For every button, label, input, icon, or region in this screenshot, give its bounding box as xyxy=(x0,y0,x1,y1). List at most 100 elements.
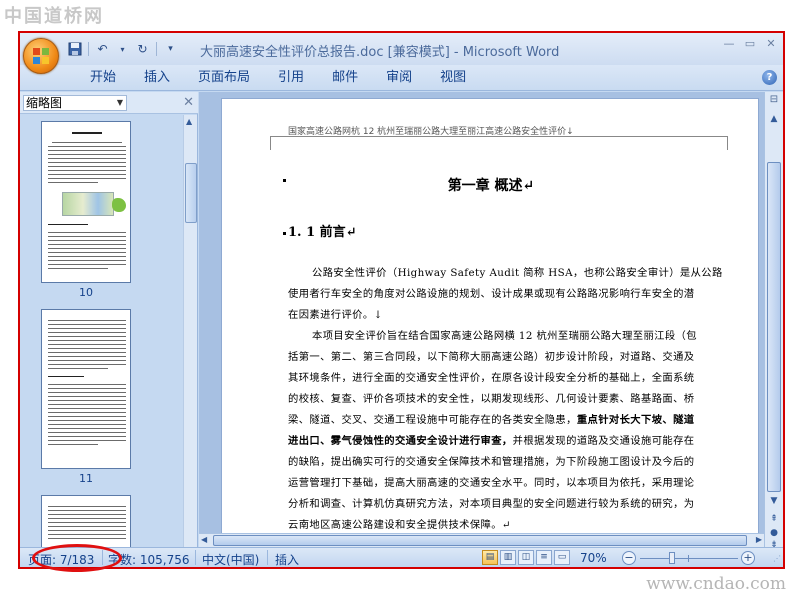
insert-mode-status[interactable]: 插入 xyxy=(275,551,299,567)
dropdown-arrow-icon[interactable]: ▾ xyxy=(114,41,131,57)
scroll-left-icon[interactable]: ◀ xyxy=(201,535,207,544)
window-controls: — ▭ ✕ xyxy=(723,38,777,50)
thumbnail-view-select[interactable]: 缩略图 ▼ xyxy=(23,95,127,111)
tab-review[interactable]: 审阅 xyxy=(372,70,426,86)
body-text-line: 的缺陷，提出确实可行的交通安全保障技术和管理措施，为下阶段施工图设计及今后的 xyxy=(288,456,695,468)
office-button[interactable] xyxy=(23,38,59,74)
word-window: ↶ ▾ ↻ ▾ 大丽高速安全性评价总报告.doc [兼容模式] - Micros… xyxy=(20,33,783,567)
customize-icon[interactable]: ▾ xyxy=(162,41,179,57)
redo-icon[interactable]: ↻ xyxy=(134,41,151,57)
bold-text-fragment: 重点针对长大下坡、隧道 xyxy=(576,414,695,426)
save-icon[interactable] xyxy=(66,41,83,57)
annotation-highlight-circle xyxy=(32,544,122,572)
margin-corner xyxy=(727,136,728,150)
status-bar: 页面: 7/183 字数: 105,756 中文(中国) 插入 ▤ ▥ ◫ ≡ … xyxy=(20,547,783,567)
zoom-slider-center-mark xyxy=(688,555,689,562)
tab-insert[interactable]: 插入 xyxy=(130,70,184,86)
body-text-line: 云南地区高速公路建设和安全提供技术保障。↵ xyxy=(288,519,511,531)
tab-references[interactable]: 引用 xyxy=(264,70,318,86)
zoom-out-icon[interactable]: − xyxy=(622,551,636,565)
body-text-line: 括第一、第二、第三合同段，以下简称大丽高速公路）初步设计阶段，对道路、交通及 xyxy=(288,351,695,363)
ribbon-tab-bar: 开始 插入 页面布局 引用 邮件 审阅 视图 ? xyxy=(20,65,783,91)
body-text-line: 分析和调查、计算机仿真研究方法，对本项目典型的安全问题进行较为系统的研究，为 xyxy=(288,498,695,510)
window-title: 大丽高速安全性评价总报告.doc [兼容模式] - Microsoft Word xyxy=(200,45,560,60)
close-icon[interactable]: ✕ xyxy=(183,95,194,110)
thumbnail-scroll-thumb[interactable] xyxy=(185,163,197,223)
resize-grip-icon[interactable]: ⋰ xyxy=(773,554,781,563)
office-logo-icon xyxy=(33,48,50,65)
horizontal-scroll-thumb[interactable] xyxy=(213,535,747,546)
ribbon-tabs: 开始 插入 页面布局 引用 邮件 审阅 视图 xyxy=(76,70,480,86)
body-text-fragment: 梁、隧道、交叉、交通工程设施中可能存在的各类安全隐患， xyxy=(288,414,577,426)
select-browse-object-icon[interactable]: ● xyxy=(767,528,781,538)
map-highlight xyxy=(112,198,126,212)
draft-view-icon[interactable]: ▭ xyxy=(554,550,570,565)
scroll-up-icon[interactable]: ▲ xyxy=(186,117,192,126)
vertical-scrollbar[interactable]: ⊟ ▲ ▼ ⇞ ● ⇟ xyxy=(764,92,783,550)
body-text-line: 在因素进行评价。↓ xyxy=(288,309,383,321)
undo-icon[interactable]: ↶ xyxy=(94,41,111,57)
chevron-down-icon: ▼ xyxy=(116,98,123,107)
page-thumbnail[interactable] xyxy=(41,121,131,283)
full-screen-reading-icon[interactable]: ▥ xyxy=(500,550,516,565)
page-thumbnail[interactable] xyxy=(41,309,131,469)
body-text-line: 进出口、雾气侵蚀性的交通安全设计进行审查，并根据发现的道路及交通设施可能存在 xyxy=(288,432,708,447)
screenshot: 中国道桥网 ↶ ▾ ↻ ▾ 大丽高速安全性评价总报告.doc [兼容模式] - … xyxy=(0,0,800,600)
print-layout-icon[interactable]: ▤ xyxy=(482,550,498,565)
toolbar-divider xyxy=(88,42,89,56)
title-bar: ↶ ▾ ↻ ▾ 大丽高速安全性评价总报告.doc [兼容模式] - Micros… xyxy=(20,33,783,74)
watermark-bottom: www.cndao.com xyxy=(646,574,786,594)
toolbar-divider xyxy=(156,42,157,56)
tab-page-layout[interactable]: 页面布局 xyxy=(184,70,264,86)
outline-view-icon[interactable]: ≡ xyxy=(536,550,552,565)
body-text-fragment: 并根据发现的道路及交通设施可能存在 xyxy=(512,435,695,447)
tab-home[interactable]: 开始 xyxy=(76,70,130,86)
zoom-slider-track[interactable] xyxy=(640,558,738,559)
body-text-line: 其环境条件，进行全面的交通安全性评价，在原各设计段安全分析的基础上，全面系统 xyxy=(288,372,695,384)
body-text-line: 使用者行车安全的角度对公路设施的规划、设计成果或现有公路路况影响行车安全的潜 xyxy=(288,288,695,300)
language-status[interactable]: 中文(中国) xyxy=(202,551,259,567)
watermark-top: 中国道桥网 xyxy=(4,6,104,27)
body-text-line: 的校核、复查、评价各项技术的安全性，以期发现线形、几何设计要素、路基路面、桥 xyxy=(288,393,695,405)
body-text-line: 本项目安全评价旨在结合国家高速公路网横 12 杭州至瑞丽公路大理至丽江段（包 xyxy=(312,330,697,342)
thumbnail-list: 10 11 xyxy=(20,115,182,547)
header-rule xyxy=(270,136,728,137)
previous-page-icon[interactable]: ⇞ xyxy=(767,514,781,524)
map-image xyxy=(62,192,114,216)
minimize-icon[interactable]: — xyxy=(723,38,735,50)
scroll-down-icon[interactable]: ▼ xyxy=(767,496,781,510)
document-page[interactable]: 国家高速公路网杭 12 杭州至瑞丽公路大理至丽江高速公路安全性评价↓ 第一章 概… xyxy=(221,98,759,547)
thumbnail-scrollbar[interactable]: ▲ xyxy=(183,115,197,547)
ruler-toggle-icon[interactable]: ⊟ xyxy=(767,94,781,108)
thumbnail-page-number: 10 xyxy=(79,286,93,299)
scroll-up-icon[interactable]: ▲ xyxy=(767,114,781,128)
quick-access-toolbar: ↶ ▾ ↻ ▾ xyxy=(66,40,179,58)
bold-text-fragment: 进出口、雾气侵蚀性的交通安全设计进行审查， xyxy=(288,435,513,447)
help-icon[interactable]: ? xyxy=(762,70,777,85)
tab-mailings[interactable]: 邮件 xyxy=(318,70,372,86)
thumbnail-view-select-value: 缩略图 xyxy=(26,96,63,110)
page-thumbnail[interactable] xyxy=(41,495,131,547)
section-title: 1. 1 前言↵ xyxy=(288,225,357,240)
chapter-title: 第一章 概述↵ xyxy=(447,178,535,194)
body-text-line: 公路安全性评价（Highway Safety Audit 简称 HSA，也称公路… xyxy=(312,267,723,279)
thumbnail-pane-header: 缩略图 ▼ ✕ xyxy=(20,92,198,114)
horizontal-scrollbar[interactable]: ◀ ▶ xyxy=(199,533,764,547)
zoom-level[interactable]: 70% xyxy=(580,551,607,565)
margin-corner xyxy=(270,136,271,150)
restore-icon[interactable]: ▭ xyxy=(744,38,756,50)
view-buttons: ▤ ▥ ◫ ≡ ▭ xyxy=(482,550,570,565)
status-divider xyxy=(195,550,196,565)
zoom-in-icon[interactable]: + xyxy=(741,551,755,565)
thumbnail-page-number: 11 xyxy=(79,472,93,485)
scroll-right-icon[interactable]: ▶ xyxy=(756,535,762,544)
zoom-slider-thumb[interactable] xyxy=(669,552,675,564)
status-divider xyxy=(267,550,268,565)
close-icon[interactable]: ✕ xyxy=(765,38,777,50)
tab-view[interactable]: 视图 xyxy=(426,70,480,86)
body-text-line: 运营管理打下基础，提高大丽高速的交通安全水平。同时，以本项目为依托，采用理论 xyxy=(288,477,695,489)
thumbnail-pane: 缩略图 ▼ ✕ 10 11 ▲ xyxy=(20,92,198,547)
body-text-line: 梁、隧道、交叉、交通工程设施中可能存在的各类安全隐患，重点针对长大下坡、隧道 xyxy=(288,411,708,426)
web-layout-icon[interactable]: ◫ xyxy=(518,550,534,565)
vertical-scroll-thumb[interactable] xyxy=(767,162,781,492)
